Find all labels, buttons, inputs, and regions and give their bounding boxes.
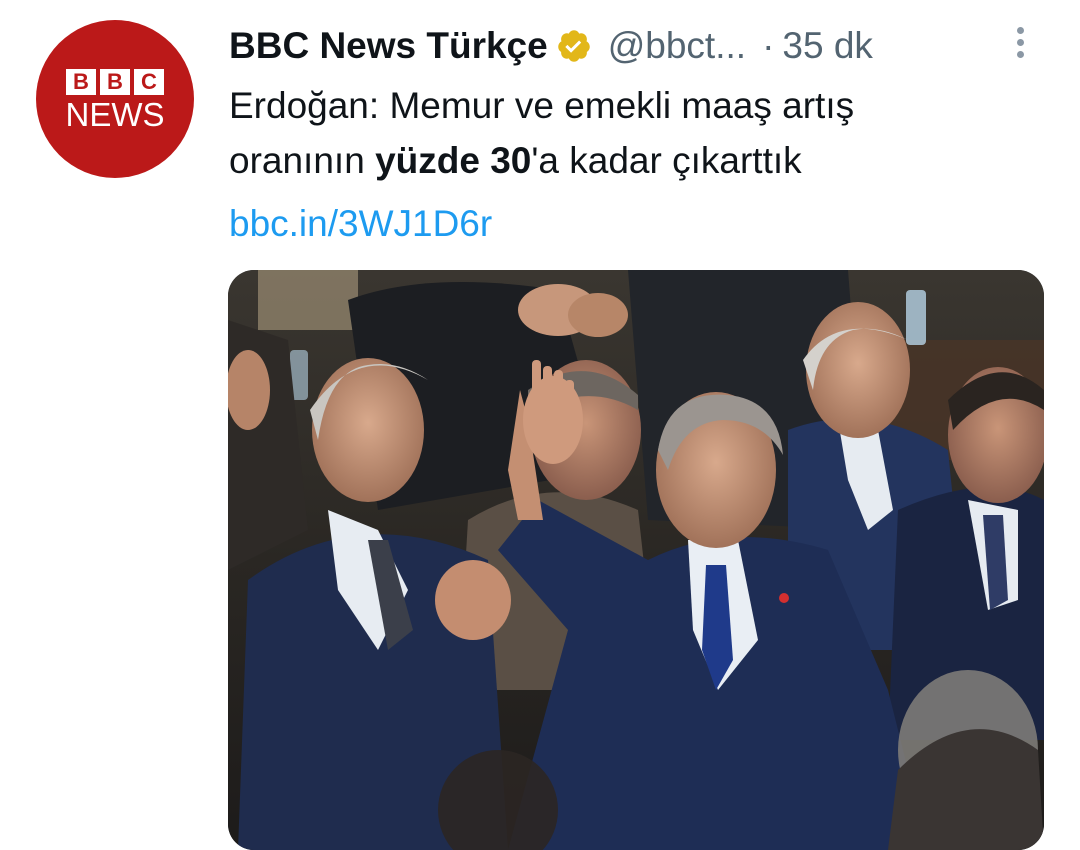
tweet-text-line2: oranının yüzde 30'a kadar çıkarttık — [229, 133, 1029, 188]
display-name[interactable]: BBC News Türkçe — [229, 25, 548, 67]
photo-illustration — [228, 270, 1044, 850]
bbc-logo-letter: B — [100, 69, 130, 95]
tweet-link[interactable]: bbc.in/3WJ1D6r — [229, 196, 492, 251]
bbc-logo-letter: C — [134, 69, 164, 95]
separator-dot: · — [762, 25, 775, 66]
handle[interactable]: @bbct... — [608, 25, 746, 67]
tweet-text: Erdoğan: Memur ve emekli maaş artış oran… — [229, 78, 1029, 188]
more-vertical-icon[interactable] — [1008, 20, 1032, 64]
tweet[interactable]: B B C NEWS BBC News Türkçe @bbct... · 35… — [0, 0, 1080, 850]
bbc-logo-blocks: B B C — [66, 69, 164, 95]
tweet-header: BBC News Türkçe @bbct... · 35 dk — [229, 22, 1040, 70]
tweet-text-pre: oranının — [229, 140, 376, 181]
avatar[interactable]: B B C NEWS — [36, 20, 194, 178]
bbc-logo-letter: B — [66, 69, 96, 95]
tweet-text-line1: Erdoğan: Memur ve emekli maaş artış — [229, 85, 855, 126]
tweet-text-post: 'a kadar çıkarttık — [531, 140, 802, 181]
tweet-text-bold: yüzde 30 — [375, 140, 532, 181]
bbc-logo-news: NEWS — [65, 96, 165, 133]
timestamp[interactable]: 35 dk — [782, 25, 873, 67]
tweet-photo[interactable] — [228, 270, 1044, 850]
verified-badge-icon — [556, 28, 592, 64]
